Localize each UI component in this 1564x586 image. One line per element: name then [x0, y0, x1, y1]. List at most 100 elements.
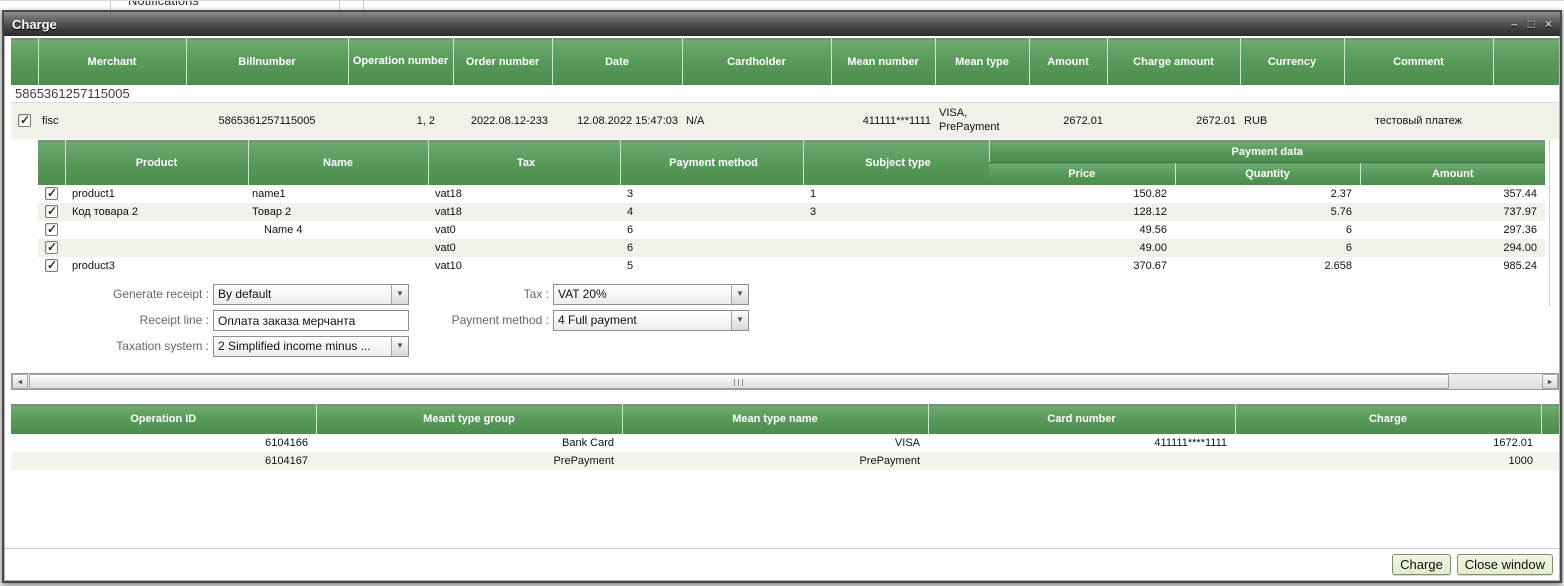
product-checkbox[interactable]	[45, 223, 58, 236]
products-grid: Product Name Tax Payment method Subject …	[38, 140, 1545, 275]
chevron-down-icon[interactable]: ▼	[731, 311, 748, 330]
cell-price: 49.56	[989, 221, 1175, 239]
cell-spacer	[1541, 434, 1559, 452]
header-payment-method[interactable]: Payment method	[620, 141, 803, 185]
cell-payment-method: 4	[620, 203, 803, 221]
backdrop-cell-border	[339, 1, 340, 10]
payment-method-label: Payment method :	[409, 313, 549, 327]
header-cardholder[interactable]: Cardholder	[682, 39, 831, 85]
header-name[interactable]: Name	[248, 141, 428, 185]
tax-value: VAT 20%	[558, 287, 728, 301]
operation-row[interactable]: 6104166 Bank Card VISA 411111****1111 16…	[11, 434, 1559, 452]
cell-price: 370.67	[989, 257, 1175, 275]
generate-receipt-value: By default	[218, 287, 388, 301]
header-card-number[interactable]: Card number	[928, 405, 1235, 434]
product-row[interactable]: product1 name1 vat18 3 1 150.82 2.37 357…	[38, 185, 1545, 203]
cell-price: 128.12	[989, 203, 1175, 221]
header-operation-number[interactable]: Operation number	[348, 39, 453, 85]
cell-line-amount: 985.24	[1360, 257, 1545, 275]
header-charge-amount[interactable]: Charge amount	[1107, 39, 1240, 85]
minimize-icon[interactable]: –	[1511, 18, 1518, 30]
header-spacer	[1493, 39, 1559, 85]
header-quantity[interactable]: Quantity	[1175, 163, 1360, 185]
header-mean-type[interactable]: Mean type	[935, 39, 1029, 85]
cell-date: 12.08.2022 15:47:03	[552, 103, 682, 139]
cell-line-amount: 297.36	[1360, 221, 1545, 239]
taxation-system-select[interactable]: 2 Simplified income minus ... ▼	[213, 336, 409, 357]
cell-subject-type	[803, 221, 989, 239]
cell-order-number: 2022.08.12-233	[453, 103, 552, 139]
cell-mean-type-name: VISA	[622, 434, 928, 452]
charge-row-checkbox[interactable]	[18, 114, 31, 127]
cell-meant-type-group: PrePayment	[316, 452, 622, 470]
receipt-line-input[interactable]	[213, 310, 409, 331]
backdrop-cell-border	[110, 1, 111, 10]
cell-cardholder: N/A	[682, 103, 831, 139]
header-mean-number[interactable]: Mean number	[831, 39, 935, 85]
chevron-down-icon[interactable]: ▼	[391, 337, 408, 356]
header-tax[interactable]: Tax	[428, 141, 620, 185]
product-checkbox-cell	[38, 203, 65, 221]
header-amount-sub[interactable]: Amount	[1360, 163, 1545, 185]
product-checkbox[interactable]	[45, 187, 58, 200]
header-meant-type-group[interactable]: Meant type group	[316, 405, 622, 434]
header-charge-col[interactable]: Charge	[1235, 405, 1541, 434]
horizontal-scrollbar[interactable]: ◄ ►	[11, 373, 1559, 390]
dialog-titlebar[interactable]: Charge – □ ×	[4, 12, 1560, 36]
charge-button[interactable]: Charge	[1392, 554, 1451, 575]
scrollbar-thumb[interactable]	[29, 374, 1449, 389]
close-icon[interactable]: ×	[1545, 18, 1552, 30]
header-amount[interactable]: Amount	[1029, 39, 1107, 85]
header-payment-data-group: Payment data	[989, 141, 1545, 163]
charge-row[interactable]: fisc 5865361257115005 1, 2 2022.08.12-23…	[11, 103, 1559, 139]
header-currency[interactable]: Currency	[1240, 39, 1344, 85]
cell-tax: vat18	[428, 185, 620, 203]
product-checkbox[interactable]	[45, 259, 58, 272]
cell-charge: 1000	[1235, 452, 1541, 470]
product-row[interactable]: Name 4 vat0 6 49.56 6 297.36	[38, 221, 1545, 239]
cell-product	[65, 239, 248, 257]
cell-comment: тестовый платеж	[1344, 103, 1493, 139]
close-window-button[interactable]: Close window	[1457, 554, 1553, 575]
operation-row[interactable]: 6104167 PrePayment PrePayment 1000	[11, 452, 1559, 470]
product-checkbox[interactable]	[45, 241, 58, 254]
product-row[interactable]: Код товара 2 Товар 2 vat18 4 3 128.12 5.…	[38, 203, 1545, 221]
header-comment[interactable]: Comment	[1344, 39, 1493, 85]
maximize-icon[interactable]: □	[1528, 18, 1535, 30]
product-checkbox-cell	[38, 221, 65, 239]
header-mean-type-name[interactable]: Mean type name	[622, 405, 928, 434]
header-price[interactable]: Price	[989, 163, 1175, 185]
cell-operation-number: 1, 2	[348, 103, 453, 139]
cell-amount: 2672.01	[1029, 103, 1107, 139]
header-date[interactable]: Date	[552, 39, 682, 85]
products-grid-right-border	[1549, 140, 1550, 306]
header-merchant[interactable]: Merchant	[38, 39, 186, 85]
charge-grid-header-row: Merchant Billnumber Operation number Ord…	[11, 39, 1559, 85]
backdrop-cell-border	[363, 1, 364, 10]
cell-operation-id: 6104166	[11, 434, 316, 452]
header-product[interactable]: Product	[65, 141, 248, 185]
product-row[interactable]: vat0 6 49.00 6 294.00	[38, 239, 1545, 257]
scroll-right-icon[interactable]: ►	[1542, 374, 1558, 389]
header-operation-id[interactable]: Operation ID	[11, 405, 316, 434]
generate-receipt-select[interactable]: By default ▼	[213, 284, 409, 305]
cell-product: product3	[65, 257, 248, 275]
cell-line-amount: 737.97	[1360, 203, 1545, 221]
cell-quantity: 2.658	[1175, 257, 1360, 275]
tax-label: Tax :	[409, 287, 549, 301]
tax-select[interactable]: VAT 20% ▼	[553, 284, 749, 305]
chevron-down-icon[interactable]: ▼	[391, 285, 408, 304]
payment-method-value: 4 Full payment	[558, 313, 728, 327]
chevron-down-icon[interactable]: ▼	[731, 285, 748, 304]
header-billnumber[interactable]: Billnumber	[186, 39, 348, 85]
scroll-left-icon[interactable]: ◄	[12, 374, 28, 389]
cell-subject-type	[803, 239, 989, 257]
backdrop-notifications-label: Notifications	[128, 0, 199, 8]
product-checkbox[interactable]	[45, 205, 58, 218]
cell-mean-number: 411111***1111	[831, 103, 935, 139]
payment-method-select[interactable]: 4 Full payment ▼	[553, 310, 749, 331]
header-order-number[interactable]: Order number	[453, 39, 552, 85]
product-row[interactable]: product3 vat10 5 370.67 2.658 985.24	[38, 257, 1545, 275]
form-row-1: Generate receipt : By default ▼ Tax : VA…	[5, 284, 1559, 306]
header-subject-type[interactable]: Subject type	[803, 141, 989, 185]
